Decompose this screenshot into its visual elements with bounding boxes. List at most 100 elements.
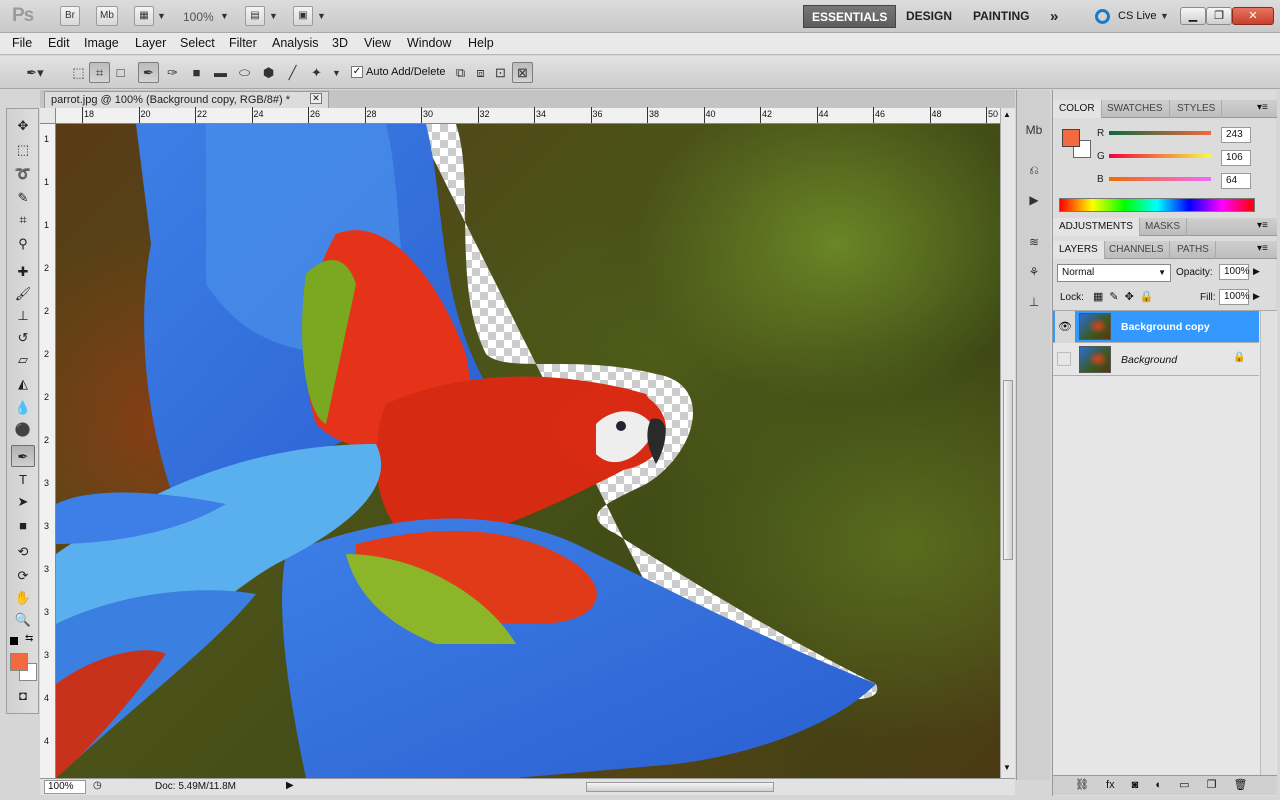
b-value-field[interactable]: 64 bbox=[1221, 173, 1251, 189]
layer-name[interactable]: Background copy bbox=[1121, 321, 1210, 333]
color-spectrum-bar[interactable] bbox=[1059, 198, 1255, 212]
mini-bridge-icon[interactable]: Mb bbox=[1022, 120, 1046, 140]
healing-brush-icon[interactable]: ✚ bbox=[11, 261, 35, 283]
layer-style-icon[interactable]: fx bbox=[1106, 779, 1115, 791]
adjustment-layer-icon[interactable]: ◐ bbox=[1155, 779, 1162, 791]
mini-bridge-button[interactable]: Mb bbox=[96, 6, 118, 26]
menu-file[interactable]: File bbox=[12, 36, 32, 50]
status-info-icon[interactable]: ◷ bbox=[93, 780, 102, 791]
fill-pixels-icon[interactable]: □ bbox=[110, 62, 131, 83]
quick-selection-tool-icon[interactable]: ✎ bbox=[11, 187, 35, 209]
clone-stamp-icon[interactable]: ⊥ bbox=[11, 305, 35, 327]
custom-shape-icon[interactable]: ✦ bbox=[306, 62, 327, 83]
horizontal-ruler[interactable]: 18 20 22 24 26 28 30 32 34 36 38 40 42 44 46 48 50 bbox=[56, 107, 1000, 124]
chevron-down-icon[interactable]: ▼ bbox=[269, 11, 278, 21]
move-tool-icon[interactable]: ✥ bbox=[11, 115, 35, 137]
marquee-tool-icon[interactable]: ⬚ bbox=[11, 139, 35, 161]
cs-live-button[interactable]: CS Live bbox=[1118, 10, 1157, 22]
restore-button[interactable]: ❐ bbox=[1206, 7, 1232, 25]
menu-analysis[interactable]: Analysis bbox=[272, 36, 319, 50]
brush-icon[interactable]: ⚘ bbox=[1022, 262, 1046, 282]
bridge-button[interactable]: Br bbox=[60, 6, 80, 26]
scroll-down-icon[interactable]: ▼ bbox=[1003, 763, 1011, 772]
horizontal-scroll-thumb[interactable] bbox=[586, 782, 774, 792]
tab-color[interactable]: COLOR bbox=[1053, 100, 1102, 118]
scroll-thumb[interactable] bbox=[1003, 380, 1013, 560]
status-zoom-field[interactable]: 100% bbox=[44, 780, 86, 794]
new-layer-icon[interactable]: ❐ bbox=[1207, 779, 1217, 791]
pen-tool-icon[interactable]: ✒ bbox=[138, 62, 159, 83]
layers-scrollbar[interactable] bbox=[1260, 311, 1276, 776]
rectangle-icon[interactable]: ■ bbox=[186, 62, 207, 83]
lasso-tool-icon[interactable]: ➰ bbox=[11, 163, 35, 185]
menu-image[interactable]: Image bbox=[84, 36, 119, 50]
crop-tool-icon[interactable]: ⌗ bbox=[11, 209, 35, 231]
visibility-toggle[interactable] bbox=[1057, 352, 1071, 366]
minimize-button[interactable]: ▁ bbox=[1180, 7, 1206, 25]
hand-tool-icon[interactable]: ✋ bbox=[11, 587, 35, 609]
add-mask-icon[interactable]: ◙ bbox=[1132, 779, 1139, 791]
tab-paths[interactable]: PATHS bbox=[1171, 241, 1216, 259]
chevron-down-icon[interactable]: ▼ bbox=[332, 68, 341, 78]
tab-adjustments[interactable]: ADJUSTMENTS bbox=[1053, 218, 1140, 236]
image-canvas[interactable] bbox=[56, 124, 1000, 778]
menu-3d[interactable]: 3D bbox=[332, 36, 348, 50]
blur-tool-icon[interactable]: 💧 bbox=[11, 397, 35, 419]
clone-source-icon[interactable]: ⊥ bbox=[1022, 292, 1046, 312]
layer-row-background-copy[interactable]: 👁 Background copy bbox=[1053, 311, 1259, 343]
ellipse-icon[interactable]: ⬭ bbox=[234, 62, 255, 83]
chevron-down-icon[interactable]: ▼ bbox=[157, 11, 166, 21]
eye-icon[interactable]: 👁 bbox=[1055, 311, 1075, 343]
3d-orbit-icon[interactable]: ⟳ bbox=[11, 565, 35, 587]
tab-layers[interactable]: LAYERS bbox=[1053, 241, 1105, 259]
close-tab-icon[interactable]: ✕ bbox=[310, 93, 322, 104]
fill-arrow-icon[interactable]: ▶ bbox=[1253, 291, 1260, 302]
link-layers-icon[interactable]: ⛓ bbox=[1075, 779, 1089, 791]
panel-menu-icon[interactable]: ▾≡ bbox=[1257, 243, 1268, 254]
workspace-painting[interactable]: PAINTING bbox=[965, 5, 1037, 28]
g-value-field[interactable]: 106 bbox=[1221, 150, 1251, 166]
fill-field[interactable]: 100% bbox=[1219, 289, 1250, 305]
intersect-path-icon[interactable]: ⊡ bbox=[490, 62, 511, 83]
menu-select[interactable]: Select bbox=[180, 36, 215, 50]
r-value-field[interactable]: 243 bbox=[1221, 127, 1251, 143]
brush-presets-icon[interactable]: ≋ bbox=[1022, 232, 1046, 252]
lock-icons[interactable]: ▦✎✥🔒 bbox=[1093, 290, 1160, 303]
panel-menu-icon[interactable]: ▾≡ bbox=[1257, 102, 1268, 113]
type-tool-icon[interactable]: T bbox=[11, 469, 35, 491]
workspace-essentials[interactable]: ESSENTIALS bbox=[803, 5, 897, 28]
brush-tool-icon[interactable]: 🖌 bbox=[11, 283, 35, 305]
vertical-ruler[interactable]: 1 1 1 2 2 2 2 2 3 3 3 3 3 4 4 bbox=[40, 124, 56, 778]
color-fg-swatch[interactable] bbox=[1062, 129, 1080, 147]
default-colors-icon[interactable] bbox=[10, 637, 18, 645]
opacity-arrow-icon[interactable]: ▶ bbox=[1253, 266, 1260, 277]
dodge-tool-icon[interactable]: ⚫ bbox=[11, 419, 35, 441]
tab-masks[interactable]: MASKS bbox=[1139, 218, 1188, 236]
layer-row-background[interactable]: Background 🔒 bbox=[1053, 344, 1259, 376]
history-icon[interactable]: ⎌ bbox=[1022, 160, 1046, 180]
zoom-tool-icon[interactable]: 🔍 bbox=[11, 609, 35, 631]
workspace-design[interactable]: DESIGN bbox=[898, 5, 960, 28]
close-window-button[interactable]: ✕ bbox=[1232, 7, 1274, 25]
rectangle-tool-icon[interactable]: ■ bbox=[11, 515, 35, 537]
zoom-level[interactable]: 100% bbox=[183, 10, 214, 24]
menu-window[interactable]: Window bbox=[407, 36, 451, 50]
chevron-down-icon[interactable]: ▼ bbox=[220, 11, 229, 21]
eyedropper-tool-icon[interactable]: ⚲ bbox=[11, 233, 35, 255]
pen-tool-icon[interactable]: ✒ bbox=[11, 445, 35, 467]
actions-icon[interactable]: ▶ bbox=[1022, 190, 1046, 210]
vertical-scrollbar[interactable]: ▲ ▼ bbox=[1000, 108, 1015, 778]
exclude-path-icon[interactable]: ⊠ bbox=[512, 62, 533, 83]
b-slider[interactable] bbox=[1109, 177, 1211, 181]
panel-menu-icon[interactable]: ▾≡ bbox=[1257, 220, 1268, 231]
history-brush-icon[interactable]: ↺ bbox=[11, 327, 35, 349]
shape-layers-icon[interactable]: ⬚ bbox=[68, 62, 89, 83]
delete-layer-icon[interactable]: 🗑 bbox=[1234, 779, 1248, 791]
menu-edit[interactable]: Edit bbox=[48, 36, 70, 50]
chevron-down-icon[interactable]: ▼ bbox=[1160, 11, 1169, 21]
paths-mode-icon[interactable]: ⌗ bbox=[89, 62, 110, 83]
menu-view[interactable]: View bbox=[364, 36, 391, 50]
ruler-origin[interactable] bbox=[40, 108, 56, 124]
foreground-color-swatch[interactable] bbox=[10, 653, 28, 671]
path-selection-icon[interactable]: ➤ bbox=[11, 491, 35, 513]
